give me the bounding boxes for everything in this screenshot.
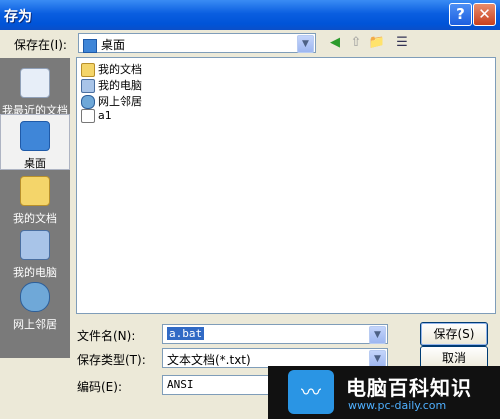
new-folder-icon[interactable]: 📁 — [368, 34, 386, 52]
my-computer-icon — [20, 230, 50, 260]
desktop-small-icon — [83, 38, 97, 53]
watermark: 〰 电脑百科知识 www.pc-daily.com — [268, 366, 500, 419]
my-documents-icon — [20, 176, 50, 206]
file-name: 我的文档 — [98, 63, 142, 76]
chevron-down-icon[interactable]: ▼ — [369, 326, 386, 344]
back-icon[interactable]: ◀ — [326, 34, 344, 52]
place-my-computer[interactable]: 我的电脑 — [0, 224, 70, 279]
filename-label: 文件名(N): — [77, 329, 136, 343]
place-recent[interactable]: 我最近的文档 — [0, 62, 70, 117]
watermark-url: www.pc-daily.com — [348, 399, 447, 412]
help-icon: ? — [456, 5, 465, 23]
desktop-icon — [20, 121, 50, 151]
pc-daily-logo-icon: 〰 — [288, 370, 334, 414]
computer-icon — [81, 79, 95, 93]
list-item[interactable]: 我的电脑 — [81, 77, 142, 93]
list-item[interactable]: 网上邻居 — [81, 93, 142, 109]
filename-field[interactable]: a.bat ▼ — [162, 324, 388, 344]
help-button[interactable]: ? — [449, 3, 472, 26]
encoding-dropdown[interactable]: ANSI — [162, 375, 274, 395]
place-label: 桌面 — [24, 157, 46, 170]
file-name: a1 — [98, 109, 112, 122]
view-menu-icon[interactable]: ☰ — [391, 34, 413, 52]
chevron-down-icon[interactable]: ▼ — [297, 35, 314, 53]
up-folder-icon[interactable]: ⇧ — [347, 34, 365, 52]
filetype-label: 保存类型(T): — [77, 353, 146, 367]
save-in-value: 桌面 — [83, 36, 125, 53]
place-network[interactable]: 网上邻居 — [0, 276, 70, 331]
place-desktop[interactable]: 桌面 — [0, 114, 70, 170]
save-in-dropdown[interactable]: 桌面 ▼ — [78, 33, 316, 53]
title-bar[interactable]: 存为 ? ✕ — [0, 0, 500, 30]
filetype-dropdown[interactable]: 文本文档(*.txt) ▼ — [162, 348, 388, 368]
file-list[interactable]: 我的文档 我的电脑 网上邻居 a1 — [76, 57, 496, 314]
text-file-icon — [81, 109, 95, 123]
filetype-value: 文本文档(*.txt) — [167, 353, 251, 367]
recent-documents-icon — [20, 68, 50, 98]
place-label: 网上邻居 — [13, 318, 57, 331]
save-in-text: 桌面 — [101, 38, 126, 52]
close-icon: ✕ — [478, 5, 491, 23]
encoding-value: ANSI — [167, 378, 194, 391]
file-name: 网上邻居 — [98, 95, 142, 108]
encoding-label: 编码(E): — [77, 380, 122, 394]
save-button[interactable]: 保存(S) — [420, 322, 488, 346]
filename-value: a.bat — [167, 327, 205, 340]
list-item[interactable]: 我的文档 — [81, 61, 142, 77]
watermark-title: 电脑百科知识 — [346, 376, 472, 400]
folder-icon — [81, 63, 95, 77]
place-my-documents[interactable]: 我的文档 — [0, 170, 70, 225]
close-button[interactable]: ✕ — [473, 3, 496, 26]
file-name: 我的电脑 — [98, 79, 142, 92]
network-icon — [81, 95, 95, 109]
places-bar: 我最近的文档 桌面 我的文档 我的电脑 网上邻居 — [0, 58, 70, 358]
list-item[interactable]: a1 — [81, 109, 112, 125]
network-places-icon — [20, 282, 50, 312]
window-title: 存为 — [4, 9, 32, 25]
save-in-label: 保存在(I): — [14, 38, 67, 52]
